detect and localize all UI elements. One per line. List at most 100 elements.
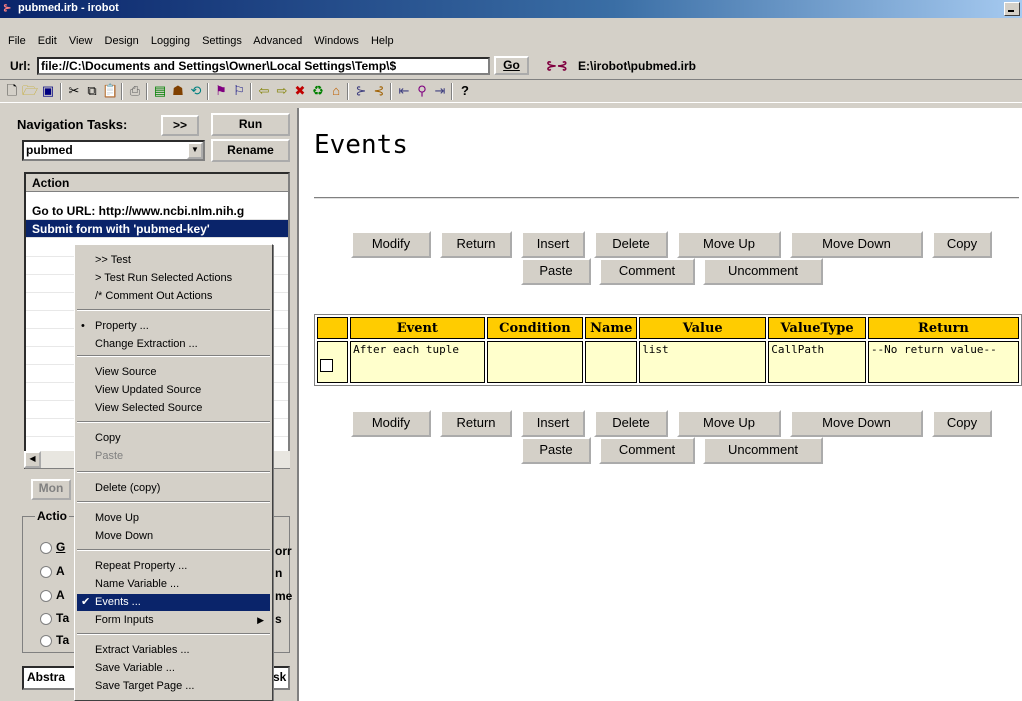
delete-button-bottom[interactable]: Delete [594, 410, 668, 437]
menu-item-property[interactable]: • Property ... [77, 318, 270, 335]
radio-option[interactable]: A [40, 564, 65, 578]
toolbar-separator [146, 83, 148, 100]
checkmark-icon: ✔ [81, 596, 91, 608]
panel-icon[interactable]: ▤ [152, 83, 168, 99]
copy-button-bottom[interactable]: Copy [932, 410, 992, 437]
menu-edit[interactable]: Edit [38, 35, 57, 47]
action-row-selected[interactable]: Submit form with 'pubmed-key' [26, 220, 288, 238]
move-up-button[interactable]: Move Up [677, 231, 781, 258]
menu-item-paste: Paste [77, 448, 270, 465]
action-column-header[interactable]: Action [26, 174, 288, 192]
paste-icon[interactable]: 📋 [102, 83, 118, 99]
cut-icon[interactable]: ✂ [66, 83, 82, 99]
reload-icon[interactable]: ♻ [310, 83, 326, 99]
menu-advanced[interactable]: Advanced [253, 35, 302, 47]
row-checkbox[interactable] [320, 359, 333, 372]
save-icon[interactable]: ▣ [40, 83, 56, 99]
paste-button[interactable]: Paste [521, 258, 591, 285]
refresh-robot-icon[interactable]: ⟲ [188, 83, 204, 99]
menu-item-delete-copy[interactable]: Delete (copy) [77, 480, 270, 497]
robot-icon[interactable]: ☗ [170, 83, 186, 99]
copy-button[interactable]: Copy [932, 231, 992, 258]
forward-arrow-icon[interactable]: ⇨ [274, 83, 290, 99]
back-arrow-icon[interactable]: ⇦ [256, 83, 272, 99]
open-icon[interactable]: 🗁 [22, 83, 38, 99]
column-header: ValueType [768, 317, 866, 339]
menu-item-test-run-selected-actions[interactable]: > Test Run Selected Actions [77, 270, 270, 287]
row-checkbox-cell[interactable] [317, 341, 349, 383]
move-up-button-bottom[interactable]: Move Up [677, 410, 781, 437]
menu-item-events[interactable]: ✔ Events ... [77, 594, 270, 611]
flag-icon[interactable]: ⚲ [414, 83, 430, 99]
menu-item-move-down[interactable]: Move Down [77, 528, 270, 545]
print-icon[interactable]: ⎙ [127, 83, 143, 99]
menu-item-name-variable[interactable]: Name Variable ... [77, 576, 270, 593]
radio-option[interactable]: G [40, 540, 65, 554]
modify-button[interactable]: Modify [351, 231, 431, 258]
stop-icon[interactable]: ✖ [292, 83, 308, 99]
modify-button-bottom[interactable]: Modify [351, 410, 431, 437]
insert-button[interactable]: Insert [521, 231, 585, 258]
expand-button[interactable]: >> [161, 115, 199, 136]
uncomment-button-bottom[interactable]: Uncomment [703, 437, 823, 464]
menu-item-move-up[interactable]: Move Up [77, 510, 270, 527]
return-button-bottom[interactable]: Return [440, 410, 512, 437]
menu-view[interactable]: View [69, 35, 93, 47]
run-button[interactable]: Run [211, 113, 290, 136]
go-button[interactable]: Go [494, 56, 529, 75]
radio-option[interactable]: Ta [40, 633, 69, 647]
comment-button-bottom[interactable]: Comment [599, 437, 695, 464]
menu-item-label: Extract Variables ... [95, 644, 190, 656]
action-row[interactable]: Go to URL: http://www.ncbi.nlm.nih.g [26, 202, 288, 220]
menu-windows[interactable]: Windows [314, 35, 359, 47]
comment-button[interactable]: Comment [599, 258, 695, 285]
menu-item-view-updated-source[interactable]: View Updated Source [77, 382, 270, 399]
toolbar-separator [347, 83, 349, 100]
more-button[interactable]: Mon [31, 479, 71, 500]
rename-button[interactable]: Rename [211, 139, 290, 162]
menu-item-copy[interactable]: Copy [77, 430, 270, 447]
insert-button-bottom[interactable]: Insert [521, 410, 585, 437]
tool2-icon[interactable]: ⚐ [231, 83, 247, 99]
url-input[interactable]: file://C:\Documents and Settings\Owner\L… [37, 57, 490, 75]
menu-item-extract-variables[interactable]: Extract Variables ... [77, 642, 270, 659]
menu-item-repeat-property[interactable]: Repeat Property ... [77, 558, 270, 575]
task-select[interactable]: pubmed ▼ [22, 140, 205, 161]
menu-design[interactable]: Design [105, 35, 139, 47]
abstract-label-tail: sk [273, 670, 287, 684]
menu-item-view-selected-source[interactable]: View Selected Source [77, 400, 270, 417]
menu-item-view-source[interactable]: View Source [77, 364, 270, 381]
help-icon[interactable]: ? [457, 83, 473, 99]
minimize-button[interactable] [1004, 2, 1020, 16]
dog-left-icon[interactable]: ⊱ [353, 83, 369, 99]
tool-icon[interactable]: ⚑ [213, 83, 229, 99]
menu-item-save-target-page[interactable]: Save Target Page ... [77, 678, 270, 695]
scroll-left-icon[interactable]: ◀ [24, 451, 41, 468]
menu-settings[interactable]: Settings [202, 35, 242, 47]
paste-button-bottom[interactable]: Paste [521, 437, 591, 464]
dog-right-icon[interactable]: ⊰ [371, 83, 387, 99]
menu-item-test[interactable]: >> Test [77, 252, 270, 269]
return-button[interactable]: Return [440, 231, 512, 258]
home-icon[interactable]: ⌂ [328, 83, 344, 99]
delete-button[interactable]: Delete [594, 231, 668, 258]
menu-help[interactable]: Help [371, 35, 394, 47]
radio-option[interactable]: A [40, 588, 65, 602]
prev-record-icon[interactable]: ⇤ [396, 83, 412, 99]
column-header [317, 317, 349, 339]
copy-icon[interactable]: ⧉ [84, 83, 100, 99]
chevron-down-icon[interactable]: ▼ [187, 142, 203, 159]
menu-logging[interactable]: Logging [151, 35, 190, 47]
menu-item-comment-out-actions[interactable]: /* Comment Out Actions [77, 288, 270, 305]
radio-label-tail: orr [275, 544, 292, 558]
radio-option[interactable]: Ta [40, 611, 69, 625]
menu-item-form-inputs[interactable]: Form Inputs ▶ [77, 612, 270, 629]
new-icon[interactable]: 🗋 [4, 83, 20, 99]
next-record-icon[interactable]: ⇥ [432, 83, 448, 99]
menu-item-save-variable[interactable]: Save Variable ... [77, 660, 270, 677]
menu-file[interactable]: File [8, 35, 26, 47]
menu-item-change-extraction[interactable]: Change Extraction ... [77, 336, 270, 353]
uncomment-button[interactable]: Uncomment [703, 258, 823, 285]
move-down-button-bottom[interactable]: Move Down [790, 410, 923, 437]
move-down-button[interactable]: Move Down [790, 231, 923, 258]
